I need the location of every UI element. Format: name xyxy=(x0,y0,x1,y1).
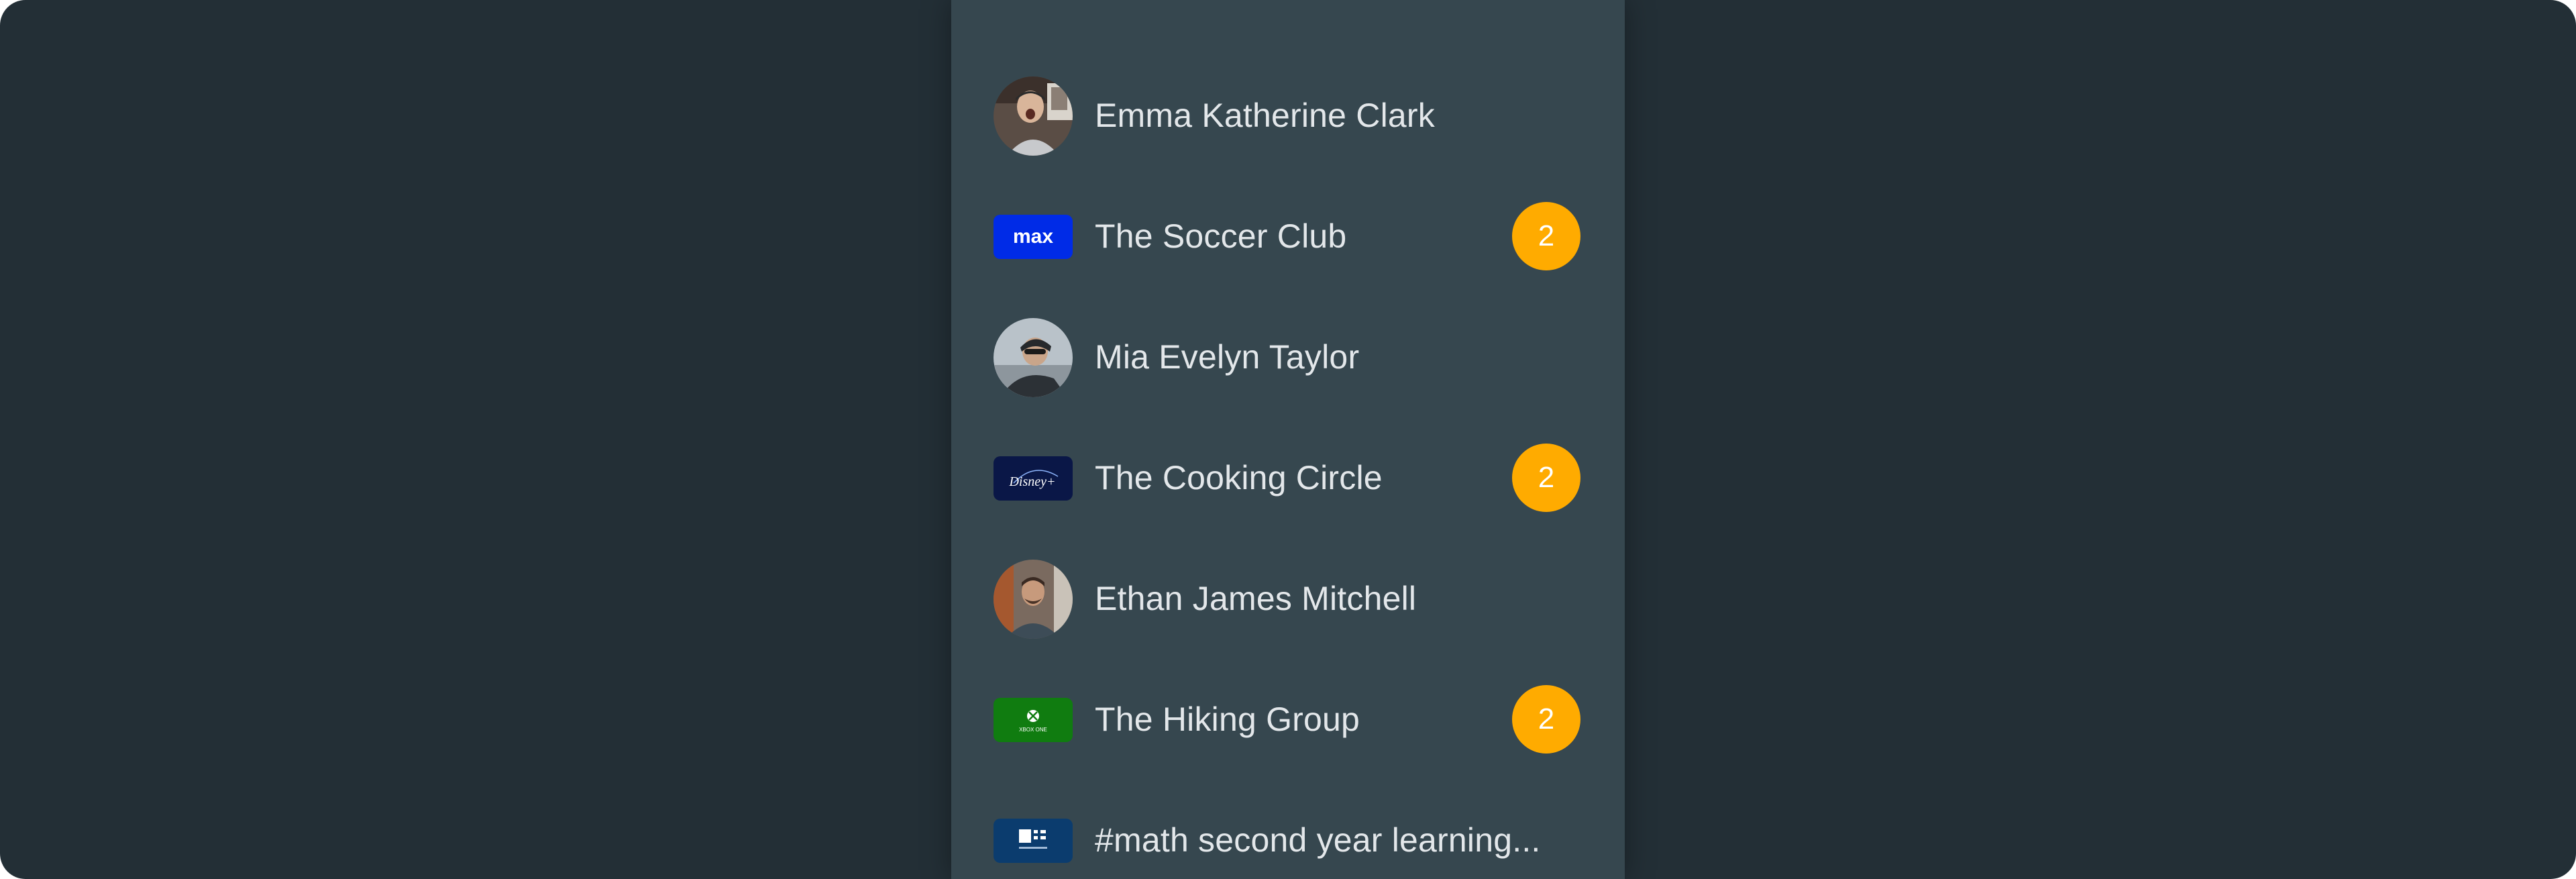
avatar xyxy=(994,318,1073,397)
chat-name: The Cooking Circle xyxy=(1095,459,1383,497)
chat-list-item-math-second-year-learning[interactable]: #math second year learning... xyxy=(951,786,1625,879)
avatar xyxy=(994,76,1073,156)
news-logo-icon xyxy=(994,819,1073,863)
chat-list-item-the-cooking-circle[interactable]: Disney+ The Cooking Circle 2 xyxy=(951,424,1625,531)
chat-name: Mia Evelyn Taylor xyxy=(1095,338,1360,376)
chat-name: The Soccer Club xyxy=(1095,217,1347,255)
max-logo-icon: max xyxy=(994,215,1073,259)
xbox-logo-text: XBOX ONE xyxy=(1019,727,1047,733)
chat-list-item-ethan-james-mitchell[interactable]: Ethan James Mitchell xyxy=(951,545,1625,652)
chat-list-panel[interactable]: Emma Katherine Clark max The Soccer Club… xyxy=(951,0,1625,879)
avatar xyxy=(994,560,1073,639)
chat-name: Emma Katherine Clark xyxy=(1095,97,1435,134)
xbox-logo-icon: XBOX ONE xyxy=(994,698,1073,742)
chat-list-item-emma-katherine-clark[interactable]: Emma Katherine Clark xyxy=(951,62,1625,169)
disney-logo-text: Disney+ xyxy=(1008,474,1055,489)
chat-list-item-the-soccer-club[interactable]: max The Soccer Club 2 xyxy=(951,183,1625,290)
chat-list-item-mia-evelyn-taylor[interactable]: Mia Evelyn Taylor xyxy=(951,303,1625,411)
chat-name: Ethan James Mitchell xyxy=(1095,580,1417,617)
app-screen: Emma Katherine Clark max The Soccer Club… xyxy=(0,0,2576,879)
chat-list-item-the-hiking-group[interactable]: XBOX ONE The Hiking Group 2 xyxy=(951,666,1625,773)
chat-name: #math second year learning... xyxy=(1095,821,1541,859)
unread-badge: 2 xyxy=(1512,444,1580,512)
chat-name: The Hiking Group xyxy=(1095,701,1360,738)
unread-badge: 2 xyxy=(1512,685,1580,754)
disney-plus-logo-icon: Disney+ xyxy=(994,456,1073,501)
unread-badge: 2 xyxy=(1512,202,1580,270)
max-logo-text: max xyxy=(1013,225,1053,248)
